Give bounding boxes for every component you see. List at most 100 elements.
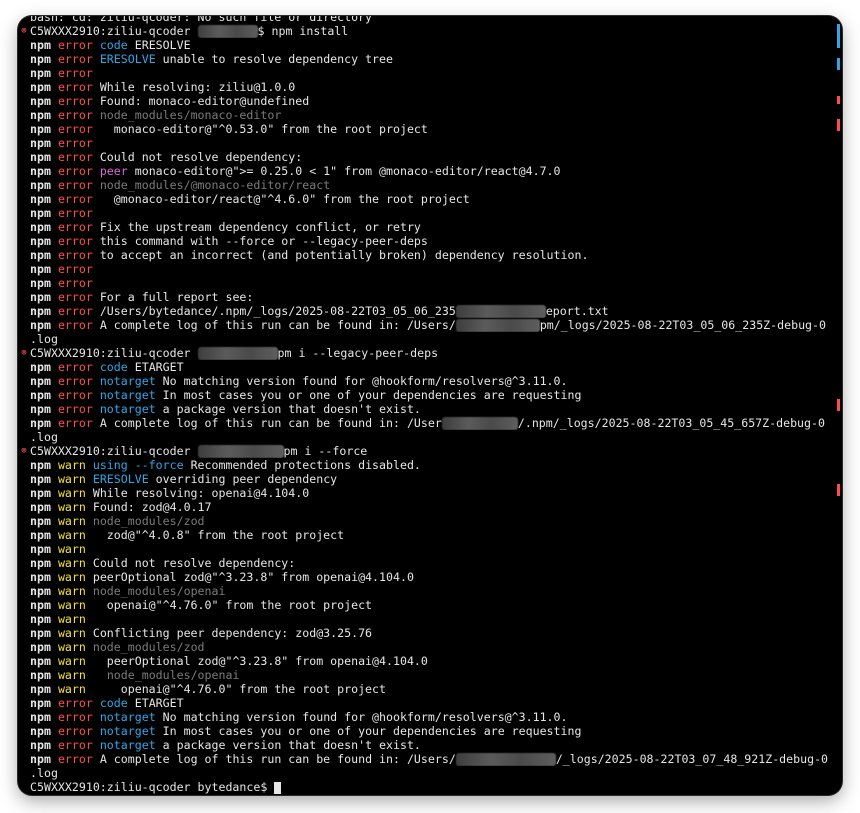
terminal-text: npm xyxy=(30,94,51,108)
terminal-line: bash: cd: ziliu-qcoder: No such file or … xyxy=(18,16,828,24)
terminal-line: ⊗ C5WXXX2910:ziliu-qcoder pm i --force xyxy=(18,444,828,458)
terminal-text: npm xyxy=(30,542,51,556)
terminal-text: npm xyxy=(30,234,51,248)
terminal-line: npm warn peerOptional zod@"^3.23.8" from… xyxy=(18,570,828,584)
terminal-line: npm warn openai@"^4.76.0" from the root … xyxy=(18,598,828,612)
terminal-text: error xyxy=(57,738,93,752)
terminal-text: C5WXXX2910:ziliu-qcoder xyxy=(30,444,198,458)
terminal-window[interactable]: bash: cd: ziliu-qcoder: No such file or … xyxy=(18,16,842,795)
redacted-text xyxy=(197,445,284,458)
terminal-text: A complete log of this run can be found … xyxy=(92,318,456,332)
terminal-text: npm xyxy=(30,584,51,598)
terminal-text: /.npm/_logs/2025-08-22T03_05_45_657Z-deb… xyxy=(517,416,825,430)
terminal-line: npm warn peerOptional zod@"^3.23.8" from… xyxy=(18,654,828,668)
terminal-text: error xyxy=(57,374,93,388)
terminal-line: npm warn Found: zod@4.0.17 xyxy=(18,500,828,514)
terminal-text: npm xyxy=(30,318,51,332)
terminal-text: npm xyxy=(30,416,51,430)
terminal-text: C5WXXX2910:ziliu-qcoder bytedance$ xyxy=(30,780,275,794)
terminal-text: Recommended protections disabled. xyxy=(183,458,421,472)
terminal-text: pm i --legacy-peer-deps xyxy=(277,346,439,360)
terminal-text: error xyxy=(57,192,93,206)
terminal-line: npm warn node_modules/openai xyxy=(18,668,828,682)
terminal-text: npm xyxy=(30,150,51,164)
terminal-line: ⊗ C5WXXX2910:ziliu-qcoder $ npm install xyxy=(18,24,828,38)
terminal-text: npm xyxy=(30,738,51,752)
terminal-line: .log xyxy=(18,430,828,444)
terminal-text: warn xyxy=(57,542,86,556)
terminal-text: error xyxy=(57,710,93,724)
scroll-mark xyxy=(837,24,840,48)
terminal-text: npm xyxy=(30,556,51,570)
terminal-line: npm error For a full report see: xyxy=(18,290,828,304)
terminal-text: warn xyxy=(57,528,86,542)
terminal-text: npm xyxy=(30,668,51,682)
terminal-text: warn xyxy=(57,640,86,654)
terminal-text: pm i --force xyxy=(283,444,368,458)
terminal-output[interactable]: bash: cd: ziliu-qcoder: No such file or … xyxy=(18,16,828,794)
terminal-text: npm xyxy=(30,388,51,402)
terminal-text: peerOptional zod@"^3.23.8" from openai@4… xyxy=(85,654,428,668)
scroll-mark xyxy=(837,119,840,131)
terminal-line: npm error notarget a package version tha… xyxy=(18,738,828,752)
terminal-text: npm xyxy=(30,640,51,654)
terminal-text: a package version that doesn't exist. xyxy=(155,738,421,752)
terminal-line: npm error notarget In most cases you or … xyxy=(18,388,828,402)
terminal-text: While resolving: ziliu@1.0.0 xyxy=(92,80,296,94)
terminal-text: pm/_logs/2025-08-22T03_05_06_235Z-debug-… xyxy=(539,318,826,332)
terminal-text: Conflicting peer dependency: zod@3.25.76 xyxy=(85,626,373,640)
terminal-text: a package version that doesn't exist. xyxy=(155,402,421,416)
terminal-text: npm xyxy=(30,136,51,150)
terminal-text: npm xyxy=(30,472,51,486)
terminal-text: A complete log of this run can be found … xyxy=(92,752,456,766)
redacted-text xyxy=(441,417,518,430)
terminal-text: .log xyxy=(30,430,58,444)
redacted-text xyxy=(455,319,540,332)
terminal-line: C5WXXX2910:ziliu-qcoder bytedance$ xyxy=(18,780,828,794)
terminal-text: warn xyxy=(57,598,86,612)
terminal-line: npm error xyxy=(18,136,828,150)
terminal-text: openai@"^4.76.0" from the root project xyxy=(85,682,387,696)
terminal-text: Could not resolve dependency: xyxy=(85,556,296,570)
terminal-line: npm error code ETARGET xyxy=(18,696,828,710)
terminal-text: npm xyxy=(30,696,51,710)
terminal-text: $ npm install xyxy=(257,24,349,38)
terminal-text: zod@"^4.0.8" from the root project xyxy=(85,528,345,542)
terminal-line: npm warn ERESOLVE overriding peer depend… xyxy=(18,472,828,486)
terminal-line: npm error xyxy=(18,206,828,220)
terminal-text: error xyxy=(57,220,93,234)
terminal-line: npm error this command with --force or -… xyxy=(18,234,828,248)
redacted-text xyxy=(197,25,258,38)
terminal-text: error xyxy=(57,388,93,402)
terminal-text: bash: cd: ziliu-qcoder: No such file or … xyxy=(30,16,373,24)
error-marker-icon: ⊗ xyxy=(21,348,27,358)
terminal-line: npm warn xyxy=(18,542,828,556)
terminal-text: error xyxy=(57,94,93,108)
terminal-text: npm xyxy=(30,612,51,626)
terminal-text: node_modules/monaco-editor xyxy=(99,108,282,122)
terminal-text: code xyxy=(99,38,128,52)
scrollbar[interactable] xyxy=(828,16,842,795)
terminal-line: npm error xyxy=(18,276,828,290)
terminal-text: ERESOLVE xyxy=(99,52,156,66)
terminal-line: npm warn node_modules/openai xyxy=(18,584,828,598)
